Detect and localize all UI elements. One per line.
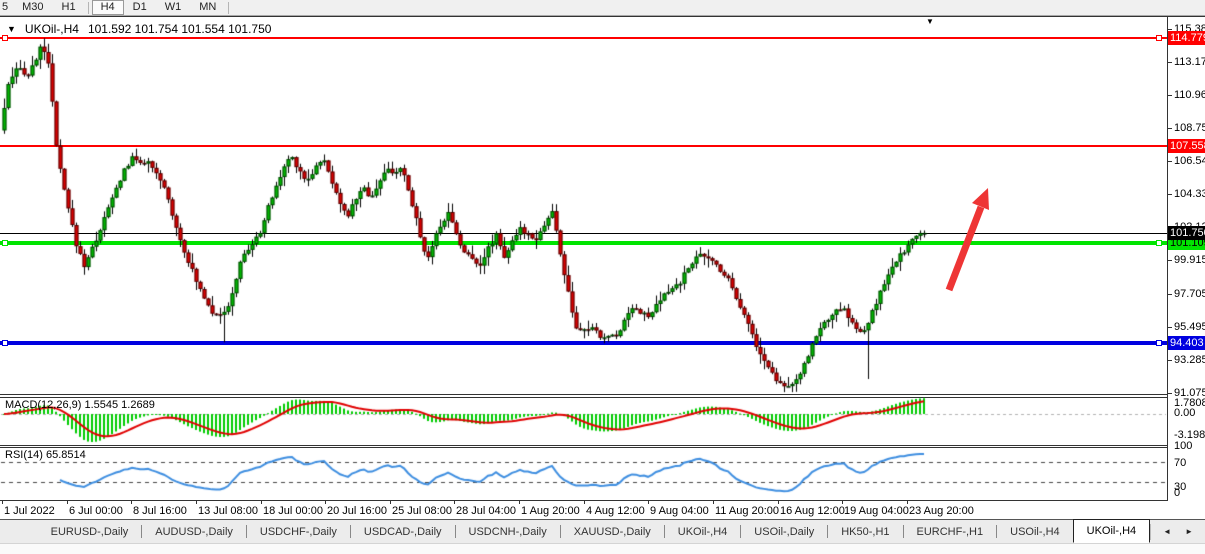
rsi-scale-label: 70 [1174,457,1186,469]
symbol-tab-ukoil-h4[interactable]: UKOil-,H4 [665,521,741,543]
time-axis-tickmark [390,500,391,504]
trend-arrow[interactable] [938,182,1000,302]
time-axis-label: 8 Jul 16:00 [133,505,187,517]
time-axis-tickmark [842,500,843,504]
bid-price-box: 101.750 [1168,226,1205,240]
time-axis-tickmark [131,500,132,504]
price-chart-canvas[interactable] [0,0,1205,554]
price-axis-tick: 106.545 [1174,155,1204,167]
symbol-tab-eurchf-h1[interactable]: EURCHF-,H1 [904,521,997,543]
symbol-tab-ukoil-h4[interactable]: UKOil-,H4 [1073,519,1151,543]
symbol-tab-usoil-daily[interactable]: USOil-,Daily [741,521,827,543]
tabs-holder: EURUSD-,DailyAUDUSD-,DailyUSDCHF-,DailyU… [38,520,1151,543]
time-axis-label: 1 Aug 20:00 [521,505,580,517]
price-axis-tick: 104.335 [1174,188,1204,200]
hline-price-box: 114.779 [1168,31,1205,45]
time-axis-tickmark [648,500,649,504]
rsi-indicator-label: RSI(14) 65.8514 [5,449,86,461]
time-axis-label: 4 Aug 12:00 [586,505,645,517]
status-strip [0,543,1205,554]
time-axis-label: 20 Jul 16:00 [327,505,387,517]
symbol-tab-usdcnh-daily[interactable]: USDCNH-,Daily [456,521,560,543]
tab-scroll-right-icon[interactable]: ► [1185,527,1193,536]
time-axis-label: 23 Aug 20:00 [909,505,974,517]
time-axis-label: 25 Jul 08:00 [392,505,452,517]
time-axis-label: 18 Jul 00:00 [263,505,323,517]
macd-indicator-label: MACD(12,26,9) 1.5545 1.2689 [5,399,155,411]
price-axis-tick: 110.965 [1174,89,1204,101]
time-axis-label: 11 Aug 20:00 [715,505,779,517]
price-axis-tick: 113.175 [1174,56,1204,68]
macd-scale-label: 0.00 [1174,407,1195,419]
time-axis-tickmark [584,500,585,504]
symbol-tab-hk50-h1[interactable]: HK50-,H1 [828,521,902,543]
symbol-tab-usdcad-daily[interactable]: USDCAD-,Daily [351,521,455,543]
hline-price-box: 94.403 [1168,336,1205,350]
time-axis-label: 6 Jul 00:00 [69,505,123,517]
symbol-tab-audusd-daily[interactable]: AUDUSD-,Daily [142,521,246,543]
time-axis-label: 28 Jul 04:00 [456,505,516,517]
rsi-scale-label: 100 [1174,440,1192,452]
chart-collapse-icon[interactable]: ▼ [7,24,16,34]
symbol-tab-xauusd-daily[interactable]: XAUUSD-,Daily [561,521,664,543]
time-axis-tickmark [196,500,197,504]
chart-ohlc-values: 101.592 101.754 101.554 101.750 [88,22,272,36]
price-axis-tick: 108.755 [1174,122,1204,134]
time-axis-tickmark [907,500,908,504]
time-axis-label: 16 Aug 12:00 [780,505,845,517]
time-axis-tickmark [261,500,262,504]
last-bar-marker-icon: ▼ [926,17,934,26]
time-axis-tickmark [2,500,3,504]
time-axis-tickmark [778,500,779,504]
terminal-window: 5M30H1H4D1W1MN ▼ UKOil-,H4 101.592 101.7… [0,0,1205,554]
tab-scroll-left-icon[interactable]: ◄ [1163,527,1171,536]
time-axis-label: 9 Aug 04:00 [650,505,709,517]
symbol-tabbar: EURUSD-,DailyAUDUSD-,DailyUSDCHF-,DailyU… [0,519,1205,543]
hline-price-box: 107.558 [1168,139,1205,153]
chart-symbol-label: UKOil-,H4 [25,22,79,36]
price-axis-tick: 93.285 [1174,354,1204,366]
symbol-tab-usdchf-daily[interactable]: USDCHF-,Daily [247,521,350,543]
rsi-scale-label: 0 [1174,487,1180,499]
tab-scroll-controls: ◄ ► [1150,524,1205,540]
symbol-tab-usoil-h4[interactable]: USOil-,H4 [997,521,1073,543]
time-axis-label: 13 Jul 08:00 [198,505,258,517]
chart-title: ▼ UKOil-,H4 101.592 101.754 101.554 101.… [7,22,271,36]
price-axis-tick: 95.495 [1174,321,1204,333]
time-axis-tickmark [713,500,714,504]
time-axis-tickmark [325,500,326,504]
time-axis-label: 19 Aug 04:00 [844,505,909,517]
price-axis-tick: 97.705 [1174,288,1204,300]
symbol-tab-eurusd-daily[interactable]: EURUSD-,Daily [38,521,142,543]
time-axis-tickmark [454,500,455,504]
time-axis-tickmark [519,500,520,504]
time-axis-label: 1 Jul 2022 [4,505,55,517]
time-axis-tickmark [67,500,68,504]
price-axis-tick: 99.915 [1174,254,1204,266]
